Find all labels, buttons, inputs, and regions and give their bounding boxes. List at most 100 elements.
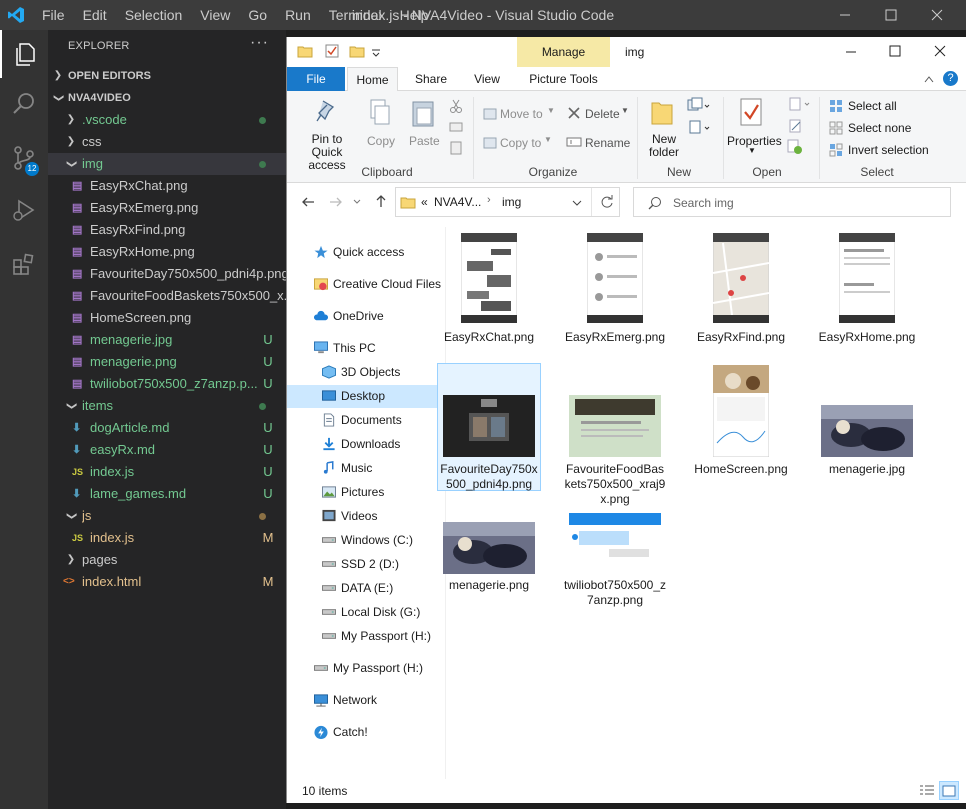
tree-folder[interactable]: ❯ items [48,395,286,417]
explorer-activity[interactable] [0,30,48,78]
nav-item[interactable]: Local Disk (G:) [287,601,444,624]
nav-item[interactable]: DATA (E:) [287,577,444,600]
paste-shortcut-icon[interactable] [449,141,463,155]
file-item[interactable]: HomeScreen.png [689,365,793,476]
tree-file[interactable]: <> index.html M [48,571,286,593]
tree-file[interactable]: ▤ EasyRxHome.png [48,241,286,263]
source-control-activity[interactable]: 12 [0,134,48,182]
nav-item[interactable]: Pictures [287,481,444,504]
tab-home[interactable]: Home [347,67,398,91]
nav-item[interactable]: Downloads [287,433,444,456]
edit-icon[interactable] [789,119,803,133]
maximize-icon[interactable] [889,45,901,57]
tree-file[interactable]: JS index.js U [48,461,286,483]
close-icon[interactable] [934,45,946,57]
tree-file[interactable]: ▤ menagerie.jpg U [48,329,286,351]
close-button[interactable] [914,0,960,30]
tree-file[interactable]: ▤ EasyRxFind.png [48,219,286,241]
tab-share[interactable]: Share [405,67,457,91]
tree-file[interactable]: ▤ FavouriteDay750x500_pdni4p.png [48,263,286,285]
file-item[interactable]: EasyRxHome.png [815,233,919,344]
nav-item[interactable]: Videos [287,505,444,528]
tree-file[interactable]: ▤ EasyRxEmerg.png [48,197,286,219]
maximize-button[interactable] [868,0,914,30]
new-item-icon[interactable] [687,97,711,113]
chevron-down-icon[interactable] [572,200,582,206]
nav-item[interactable]: Quick access [287,241,444,264]
recent-locations-icon[interactable] [353,199,361,205]
breadcrumb-separator-icon[interactable]: › [487,194,491,206]
breadcrumb-current[interactable]: img [502,195,521,209]
nav-item[interactable]: OneDrive [287,305,444,328]
breadcrumb-parent[interactable]: NVA4V... [434,195,481,209]
nav-item[interactable]: My Passport (H:) [287,657,444,680]
nav-item[interactable]: Creative Cloud Files [287,273,444,296]
file-item[interactable]: twiliobot750x500_z7anzp.png [563,513,667,607]
easy-access-icon[interactable] [687,119,711,135]
properties-qat-icon[interactable] [325,44,339,58]
manage-tab[interactable]: Manage [517,37,610,67]
nav-item[interactable]: My Passport (H:) [287,625,444,648]
tree-file[interactable]: ▤ menagerie.png U [48,351,286,373]
overflow-chevron[interactable]: « [421,195,428,209]
tree-folder[interactable]: ❯ img [48,153,286,175]
file-item[interactable]: FavouriteDay750x500_pdni4p.png [437,363,541,491]
nav-item[interactable]: Network [287,689,444,712]
file-item[interactable]: EasyRxChat.png [437,233,541,344]
search-activity[interactable] [0,80,48,128]
tree-file[interactable]: ⬇ easyRx.md U [48,439,286,461]
refresh-icon[interactable] [600,195,614,209]
run-debug-activity[interactable] [0,186,48,234]
file-item[interactable]: EasyRxFind.png [689,233,793,344]
nav-item[interactable]: 3D Objects [287,361,444,384]
up-arrow-icon[interactable] [375,194,387,208]
tree-item-label: EasyRxFind.png [90,222,186,237]
tree-folder[interactable]: ❯ css [48,131,286,153]
tab-view[interactable]: View [461,67,513,91]
nav-item[interactable]: Documents [287,409,444,432]
file-item[interactable]: EasyRxEmerg.png [563,233,667,344]
tree-file[interactable]: ⬇ lame_games.md U [48,483,286,505]
cut-icon[interactable] [449,99,463,113]
nav-item[interactable]: Windows (C:) [287,529,444,552]
help-icon[interactable]: ? [943,71,958,86]
open-icon[interactable] [789,97,811,111]
nav-item[interactable]: Music [287,457,444,480]
history-icon[interactable] [787,139,803,155]
qat-dropdown-icon[interactable] [371,47,381,57]
large-icons-view-button[interactable] [939,781,959,800]
project-section[interactable]: ❯ NVA4VIDEO [48,87,286,109]
open-editors-section[interactable]: ❯ OPEN EDITORS [48,65,286,87]
extensions-activity[interactable] [0,240,48,288]
tree-folder[interactable]: ❯ pages [48,549,286,571]
tree-folder[interactable]: ❯ .vscode [48,109,286,131]
file-item[interactable]: menagerie.png [437,522,541,592]
details-view-icon[interactable] [918,784,936,798]
nav-item[interactable]: SSD 2 (D:) [287,553,444,576]
nav-item[interactable]: This PC [287,337,444,360]
tab-file[interactable]: File [287,67,345,91]
file-item[interactable]: FavouriteFoodBaskets750x500_xraj9x.png [563,395,667,506]
minimize-button[interactable] [822,0,868,30]
nav-item[interactable]: Catch! [287,721,444,744]
address-bar[interactable]: « NVA4V... › img [395,187,620,217]
copy-path-icon[interactable] [449,121,463,133]
tab-picture-tools[interactable]: Picture Tools [517,67,610,91]
back-arrow-icon[interactable] [301,196,315,208]
tree-file[interactable]: ▤ EasyRxChat.png [48,175,286,197]
search-input[interactable]: Search img [633,187,951,217]
pane-divider[interactable] [445,227,446,779]
more-actions-button[interactable]: ··· [250,34,269,52]
tree-folder[interactable]: ❯ js [48,505,286,527]
forward-arrow-icon[interactable] [329,196,343,208]
collapse-ribbon-icon[interactable] [924,75,934,83]
tree-file[interactable]: ▤ twiliobot750x500_z7anzp.p... U [48,373,286,395]
file-item[interactable]: menagerie.jpg [815,405,919,476]
minimize-icon[interactable] [845,46,857,58]
tree-file[interactable]: ⬇ dogArticle.md U [48,417,286,439]
tree-file[interactable]: ▤ HomeScreen.png [48,307,286,329]
nav-item[interactable]: Desktop [287,385,444,408]
tree-file[interactable]: JS index.js M [48,527,286,549]
tree-file[interactable]: ▤ FavouriteFoodBaskets750x500_x... [48,285,286,307]
new-folder-qat-icon[interactable] [349,44,365,58]
